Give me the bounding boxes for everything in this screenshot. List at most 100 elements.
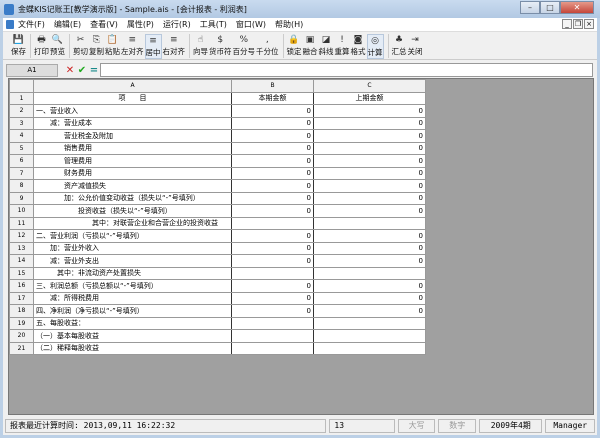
prior-period-cell[interactable]: 0 <box>313 129 426 143</box>
current-period-cell[interactable] <box>231 329 314 343</box>
prior-period-cell[interactable]: 0 <box>313 154 426 168</box>
prior-period-cell[interactable] <box>313 216 426 230</box>
summary-button[interactable]: ♣ 汇总 <box>392 34 407 57</box>
menu-item[interactable]: 编辑(E) <box>54 19 81 30</box>
prior-period-cell[interactable]: 上期金额 <box>313 91 426 105</box>
item-cell[interactable]: 营业税金及附加 <box>33 129 232 143</box>
mdi-close-button[interactable]: × <box>584 19 594 29</box>
paste-button[interactable]: 📋 粘贴 <box>105 34 120 57</box>
prior-period-cell[interactable]: 0 <box>313 229 426 243</box>
item-cell[interactable]: 三、利润总额（亏损总额以“-”号填列） <box>33 279 232 293</box>
item-cell[interactable]: 管理费用 <box>33 154 232 168</box>
merge-button[interactable]: ▣ 融合 <box>303 34 318 57</box>
lock-button[interactable]: 🔒 锁定 <box>287 34 302 57</box>
item-cell[interactable]: 销售费用 <box>33 141 232 155</box>
maximize-button[interactable]: □ <box>540 1 560 14</box>
row-header[interactable]: 6 <box>9 154 34 168</box>
prior-period-cell[interactable] <box>313 316 426 330</box>
column-header[interactable]: A <box>33 79 232 93</box>
menu-item[interactable]: 帮助(H) <box>275 19 303 30</box>
prior-period-cell[interactable]: 0 <box>313 204 426 218</box>
prior-period-cell[interactable]: 0 <box>313 104 426 118</box>
row-header[interactable]: 16 <box>9 279 34 293</box>
row-header[interactable]: 21 <box>9 341 34 355</box>
copy-button[interactable]: ⎘ 复制 <box>89 34 104 57</box>
item-cell[interactable]: 加：公允价值变动收益（损失以“-”号填列） <box>33 191 232 205</box>
close-button[interactable]: ✕ <box>560 1 594 14</box>
prior-period-cell[interactable]: 0 <box>313 116 426 130</box>
current-period-cell[interactable]: 0 <box>231 191 314 205</box>
row-header[interactable]: 12 <box>9 229 34 243</box>
item-cell[interactable]: 财务费用 <box>33 166 232 180</box>
current-period-cell[interactable]: 0 <box>231 129 314 143</box>
row-header[interactable]: 8 <box>9 179 34 193</box>
current-period-cell[interactable] <box>231 216 314 230</box>
prior-period-cell[interactable]: 0 <box>313 279 426 293</box>
item-cell[interactable]: 一、营业收入 <box>33 104 232 118</box>
prior-period-cell[interactable] <box>313 266 426 280</box>
item-cell[interactable]: 资产减值损失 <box>33 179 232 193</box>
item-cell[interactable]: （二）稀释每股收益 <box>33 341 232 355</box>
current-period-cell[interactable] <box>231 316 314 330</box>
row-header[interactable]: 10 <box>9 204 34 218</box>
recalc-button[interactable]: ! 重算 <box>335 34 350 57</box>
current-period-cell[interactable]: 0 <box>231 254 314 268</box>
current-period-cell[interactable]: 0 <box>231 229 314 243</box>
current-period-cell[interactable]: 0 <box>231 154 314 168</box>
format-button[interactable]: ◙ 格式 <box>351 34 366 57</box>
column-header[interactable]: C <box>313 79 426 93</box>
align-left-button[interactable]: ≡ 左对齐 <box>121 34 144 57</box>
item-cell[interactable]: 四、净利润（净亏损以“-”号填列） <box>33 304 232 318</box>
row-header[interactable]: 3 <box>9 116 34 130</box>
thousands-button[interactable]: , 千分位 <box>256 34 279 57</box>
confirm-edit-icon[interactable]: ✔ <box>76 65 88 76</box>
item-cell[interactable]: 加：营业外收入 <box>33 241 232 255</box>
align-center-button[interactable]: ≡ 居中 <box>144 34 162 59</box>
currency-button[interactable]: $ 货币符 <box>209 34 232 57</box>
prior-period-cell[interactable]: 0 <box>313 254 426 268</box>
current-period-cell[interactable] <box>231 341 314 355</box>
save-button[interactable]: 💾 保存 <box>11 34 26 57</box>
minimize-button[interactable]: – <box>520 1 540 14</box>
menu-item[interactable]: 运行(R) <box>163 19 191 30</box>
current-period-cell[interactable]: 0 <box>231 141 314 155</box>
print-button[interactable]: 🖶 打印 <box>34 34 49 57</box>
row-header[interactable]: 2 <box>9 104 34 118</box>
current-period-cell[interactable]: 0 <box>231 179 314 193</box>
current-period-cell[interactable]: 0 <box>231 241 314 255</box>
item-cell[interactable]: 减：营业外支出 <box>33 254 232 268</box>
calculate-button[interactable]: ◎ 计算 <box>366 34 384 59</box>
prior-period-cell[interactable]: 0 <box>313 141 426 155</box>
item-cell[interactable]: （一）基本每股收益 <box>33 329 232 343</box>
prior-period-cell[interactable]: 0 <box>313 191 426 205</box>
document-icon[interactable] <box>6 20 14 29</box>
menu-item[interactable]: 窗口(W) <box>236 19 266 30</box>
current-period-cell[interactable]: 0 <box>231 204 314 218</box>
cancel-edit-icon[interactable]: ✕ <box>64 65 76 76</box>
percent-button[interactable]: % 百分号 <box>233 34 256 57</box>
row-header[interactable]: 11 <box>9 216 34 230</box>
align-right-button[interactable]: ≡ 右对齐 <box>163 34 186 57</box>
mdi-restore-button[interactable]: ❐ <box>573 19 583 29</box>
prior-period-cell[interactable]: 0 <box>313 179 426 193</box>
item-cell[interactable]: 项 目 <box>33 91 232 105</box>
spreadsheet-grid[interactable]: A B C 1 项 目 本期金额 上期金额 2 一、营业收入 0 03 减：营业成… <box>8 78 594 415</box>
current-period-cell[interactable]: 本期金额 <box>231 91 314 105</box>
prior-period-cell[interactable] <box>313 329 426 343</box>
item-cell[interactable]: 二、营业利润（亏损以“-”号填列） <box>33 229 232 243</box>
row-header[interactable]: 14 <box>9 254 34 268</box>
prior-period-cell[interactable]: 0 <box>313 304 426 318</box>
row-header[interactable]: 5 <box>9 141 34 155</box>
current-period-cell[interactable]: 0 <box>231 304 314 318</box>
row-header[interactable]: 9 <box>9 191 34 205</box>
formula-equals-icon[interactable]: = <box>88 65 100 76</box>
prior-period-cell[interactable]: 0 <box>313 166 426 180</box>
wizard-button[interactable]: ☝ 向导 <box>193 34 208 57</box>
formula-input[interactable] <box>100 63 593 77</box>
cut-button[interactable]: ✂ 剪切 <box>73 34 88 57</box>
item-cell[interactable]: 投资收益（损失以“-”号填列） <box>33 204 232 218</box>
column-header[interactable]: B <box>231 79 314 93</box>
row-header[interactable]: 18 <box>9 304 34 318</box>
row-header[interactable]: 7 <box>9 166 34 180</box>
item-cell[interactable]: 五、每股收益： <box>33 316 232 330</box>
